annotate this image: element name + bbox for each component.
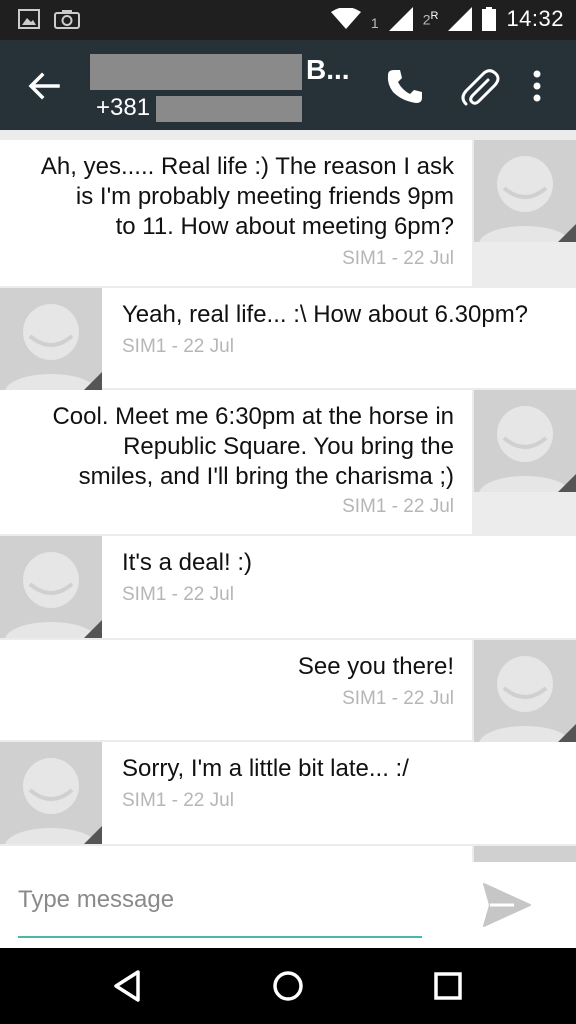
sim1-indicator: 1: [370, 15, 379, 31]
avatar[interactable]: [0, 536, 102, 638]
message-text: Sorry, I'm a little bit late... :/: [122, 754, 562, 784]
avatar[interactable]: [474, 640, 576, 742]
contact-placeholder-icon: [5, 304, 102, 390]
signal-icon: [388, 7, 413, 31]
message-line: Cool. Meet me 6:30pm at the horse in: [52, 403, 454, 430]
contact-placeholder-icon: [479, 656, 576, 742]
message-bubble: Yeah, real life... :\ How about 6.30pm? …: [102, 288, 576, 388]
phone-icon: [387, 70, 422, 103]
message-bubble: Ah, yes..... Real life :) The reason I a…: [0, 140, 472, 286]
roaming-indicator: R: [430, 10, 439, 23]
message-bubble: Cool. Meet me 6:30pm at the horse in Rep…: [0, 390, 472, 534]
conversation-toolbar: B... +381: [0, 40, 576, 130]
image-icon: [18, 9, 40, 29]
avatar[interactable]: [0, 742, 102, 844]
nav-back-icon: [114, 970, 140, 1002]
contact-placeholder-icon: [479, 156, 576, 242]
message-line: smiles, and I'll bring the charisma ;): [78, 463, 454, 490]
attach-button[interactable]: [458, 66, 500, 106]
message-text: It's a deal! :): [122, 548, 562, 578]
navigation-bar: [0, 948, 576, 1024]
nav-back-button[interactable]: [108, 966, 148, 1006]
contact-placeholder-icon: [5, 758, 102, 844]
send-icon: [483, 883, 531, 927]
paperclip-icon: [461, 69, 500, 106]
message-line: is I'm probably meeting friends 9pm: [75, 183, 454, 210]
message-item[interactable]: It's a deal! :) SIM1 - 22 Jul: [0, 536, 576, 638]
message-item[interactable]: Cool. Meet me 6:30pm at the horse in Rep…: [0, 390, 576, 534]
message-text: Yeah, real life... :\ How about 6.30pm?: [122, 300, 562, 330]
nav-home-button[interactable]: [268, 966, 308, 1006]
avatar[interactable]: [474, 846, 576, 862]
more-options-button[interactable]: [520, 66, 554, 106]
redacted-phone-number: [156, 96, 302, 122]
contact-placeholder-icon: [479, 406, 576, 492]
contact-placeholder-icon: [5, 552, 102, 638]
input-underline: [18, 936, 422, 938]
message-meta: SIM1 - 22 Jul: [342, 496, 454, 517]
nav-recents-button[interactable]: [428, 966, 468, 1006]
message-item[interactable]: Yeah, real life... :\ How about 6.30pm? …: [0, 288, 576, 390]
avatar[interactable]: [474, 140, 576, 242]
status-bar: 1 2R 14:32: [0, 0, 576, 40]
call-button[interactable]: [384, 66, 424, 106]
clock: 14:32: [506, 6, 564, 31]
back-button[interactable]: [24, 66, 64, 106]
message-item[interactable]: Ah, yes..... Real life :) The reason I a…: [0, 140, 576, 286]
send-button[interactable]: [480, 880, 534, 930]
message-bubble: It's a deal! :) SIM1 - 22 Jul: [102, 536, 576, 638]
contact-name: B...: [306, 54, 350, 85]
nav-recents-icon: [434, 972, 462, 1000]
message-meta: SIM1 - 22 Jul: [122, 336, 234, 357]
message-item[interactable]: Sorry, I'm a little bit late... :/ SIM1 …: [0, 742, 576, 844]
avatar[interactable]: [474, 390, 576, 492]
more-vert-icon: [533, 70, 541, 102]
message-bubble: Sorry, I'm a little bit late... :/ SIM1 …: [102, 742, 576, 844]
message-line: It's a deal! :): [122, 549, 252, 576]
message-bubble: See you there! SIM1 - 22 Jul: [0, 640, 472, 740]
avatar[interactable]: [0, 288, 102, 390]
message-line: Sorry, I'm a little bit late... :/: [122, 755, 409, 782]
message-item[interactable]: See you there! SIM1 - 22 Jul: [0, 640, 576, 742]
battery-icon: [482, 7, 497, 31]
message-line: Ah, yes..... Real life :) The reason I a…: [40, 153, 454, 180]
message-text: Ah, yes..... Real life :) The reason I a…: [14, 152, 454, 242]
message-text: Cool. Meet me 6:30pm at the horse in Rep…: [14, 402, 454, 492]
message-meta: SIM1 - 22 Jul: [342, 248, 454, 269]
message-input[interactable]: [18, 880, 424, 920]
message-meta: SIM1 - 22 Jul: [342, 688, 454, 709]
message-line: Republic Square. You bring the: [123, 433, 454, 460]
signal-roaming-icon: [448, 7, 473, 31]
back-arrow-icon: [28, 72, 60, 100]
nav-home-icon: [273, 971, 303, 1001]
redacted-contact-name: [90, 54, 302, 90]
message-composer: [0, 862, 576, 948]
contact-phone-prefix: +381: [96, 94, 151, 121]
message-line: to 11. How about meeting 6pm?: [115, 213, 454, 240]
message-line: Yeah, real life... :\ How about 6.30pm?: [122, 301, 529, 328]
wifi-icon: [330, 8, 361, 29]
message-item-partial[interactable]: [0, 846, 576, 862]
message-text: See you there!: [14, 652, 454, 682]
message-bubble: [0, 846, 472, 862]
camera-icon: [54, 10, 80, 29]
message-line: See you there!: [297, 653, 454, 680]
message-meta: SIM1 - 22 Jul: [122, 790, 234, 811]
sim2-indicator: 2R: [423, 10, 439, 28]
message-meta: SIM1 - 22 Jul: [122, 584, 234, 605]
message-list[interactable]: Ah, yes..... Real life :) The reason I a…: [0, 130, 576, 862]
